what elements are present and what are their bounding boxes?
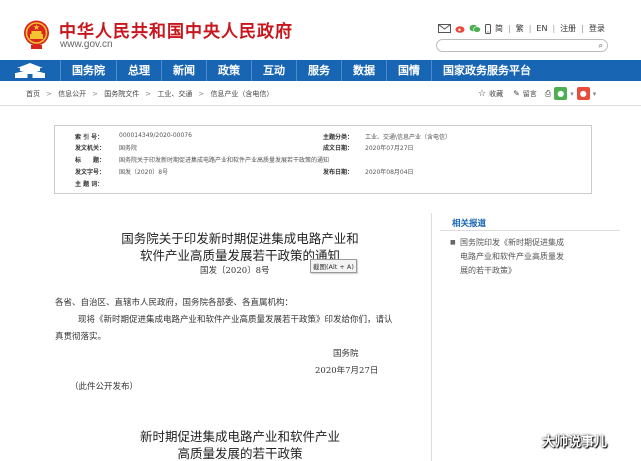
- search-input[interactable]: ⌕: [436, 39, 608, 52]
- separator: |: [528, 24, 532, 33]
- pubdate-value: 2020年08月04日: [365, 169, 414, 176]
- nav-home[interactable]: [0, 60, 60, 81]
- docno-label: 发文字号：: [75, 169, 106, 176]
- nav-gov-service-platform[interactable]: 国家政务服务平台: [431, 60, 542, 81]
- lang-english[interactable]: EN: [536, 24, 547, 33]
- breadcrumb-state-council-docs[interactable]: 国务院文件: [104, 90, 139, 98]
- related-divider: [440, 230, 620, 231]
- main-nav: 国务院 总理 新闻 政策 互动 服务 数据 国情 国家政务服务平台: [0, 60, 641, 81]
- pubdate-label: 发布日期：: [323, 169, 354, 176]
- national-emblem-icon[interactable]: [23, 19, 50, 50]
- weibo-icon[interactable]: [455, 24, 465, 33]
- separator: |: [552, 24, 556, 33]
- docno-value: 国发〔2020〕8号: [119, 169, 169, 176]
- site-url: www.gov.cn: [60, 39, 113, 50]
- nav-interaction[interactable]: 互动: [251, 60, 296, 81]
- more-share-icon-2[interactable]: ▾: [593, 90, 597, 98]
- lang-traditional[interactable]: 繁: [516, 23, 524, 34]
- related-reports-title: 相关报道: [452, 219, 487, 229]
- issuer-label: 发文机关：: [75, 145, 106, 152]
- weibo-share-icon[interactable]: ●: [576, 87, 590, 100]
- separator: |: [581, 24, 584, 33]
- screenshot-tooltip: 截图(Alt + A): [310, 259, 357, 273]
- print-icon[interactable]: ⎙: [545, 89, 551, 99]
- nav-national-info[interactable]: 国情: [386, 60, 431, 81]
- favorite-link[interactable]: 收藏: [489, 89, 503, 99]
- subject-label: 标 题：: [75, 157, 106, 164]
- lang-simplified[interactable]: 简: [495, 23, 503, 34]
- comment-link[interactable]: 留言: [523, 89, 537, 99]
- star-icon[interactable]: ☆: [478, 89, 486, 99]
- nav-news[interactable]: 新闻: [161, 60, 206, 81]
- register-link[interactable]: 注册: [560, 23, 576, 34]
- nav-services[interactable]: 服务: [296, 60, 341, 81]
- date-value: 2020年07月27日: [365, 145, 414, 152]
- login-link[interactable]: 登录: [589, 23, 605, 34]
- search-icon[interactable]: ⌕: [599, 41, 603, 51]
- breadcrumb-home[interactable]: 首页: [26, 90, 40, 98]
- breadcrumb-info-disclosure[interactable]: 信息公开: [58, 90, 86, 98]
- related-report-line-2[interactable]: 电路产业和软件产业高质量发: [450, 250, 620, 264]
- article-paragraph-cont: 真贯彻落实。: [55, 332, 107, 342]
- nav-premier[interactable]: 总理: [116, 60, 161, 81]
- article-recipients: 各省、自治区、直辖市人民政府，国务院各部委、各直属机构：: [55, 298, 294, 308]
- breadcrumb-industry-transport[interactable]: 工业、交通: [157, 90, 192, 98]
- top-links: 简 | 繁 | EN | 注册 | 登录: [438, 23, 605, 34]
- nav-data[interactable]: 数据: [341, 60, 386, 81]
- mobile-icon[interactable]: [485, 23, 491, 34]
- article-public-note: （此件公开发布）: [70, 382, 139, 392]
- comment-icon[interactable]: ✎: [513, 89, 520, 98]
- related-report-link[interactable]: ■ 国务院印发《新时期促进集成 电路产业和软件产业高质量发 展的若干政策》: [450, 236, 620, 278]
- separator: |: [508, 24, 511, 33]
- index-value: 000014349/2020-00076: [119, 132, 192, 139]
- breadcrumb-bar: 首页 > 信息公开 > 国务院文件 > 工业、交通 > 信息产业（含电信） ☆ 收藏 ✎…: [0, 81, 641, 106]
- wechat-share-icon[interactable]: ●: [554, 87, 568, 100]
- article-sign-date: 2020年7月27日: [315, 366, 379, 376]
- index-label: 索 引 号：: [75, 134, 104, 141]
- watermark: 大帅说事儿: [542, 435, 608, 450]
- tiananmen-icon: [15, 63, 45, 78]
- breadcrumb-info-industry[interactable]: 信息产业（含电信）: [210, 90, 273, 98]
- subject-value: 国务院关于印发新时期促进集成电路产业和软件产业高质量发展若干政策的通知: [119, 157, 330, 164]
- related-report-line-3[interactable]: 展的若干政策》: [450, 264, 620, 278]
- site-header: 中华人民共和国中央人民政府 www.gov.cn 简 | 繁 | EN | 注册…: [0, 0, 641, 60]
- document-metadata: 索 引 号： 000014349/2020-00076 主题分类： 工业、交通\…: [54, 125, 592, 194]
- article-paragraph: 现将《新时期促进集成电路产业和软件产业高质量发展若干政策》印发给你们，请认: [78, 315, 393, 325]
- article-signer: 国务院: [333, 349, 359, 359]
- date-label: 成文日期：: [323, 145, 354, 152]
- wechat-icon[interactable]: [469, 24, 481, 33]
- nav-policy[interactable]: 政策: [206, 60, 251, 81]
- mail-icon[interactable]: [438, 24, 451, 33]
- article-tools: ☆ 收藏 ✎ 留言 ⎙ ● ▾ ● ▾: [478, 87, 596, 100]
- keywords-label: 主 题 词：: [75, 181, 104, 188]
- article-doc-number: 国发〔2020〕8号: [200, 266, 270, 276]
- column-divider: [431, 213, 432, 461]
- more-share-icon[interactable]: ▾: [570, 90, 574, 98]
- breadcrumb: 首页 > 信息公开 > 国务院文件 > 工业、交通 > 信息产业（含电信）: [26, 90, 274, 98]
- nav-state-council[interactable]: 国务院: [60, 60, 116, 81]
- attachment-title-line-2: 高质量发展的若干政策: [177, 446, 303, 461]
- related-report-line-1[interactable]: 国务院印发《新时期促进集成: [450, 236, 620, 250]
- category-label: 主题分类：: [323, 134, 354, 141]
- issuer-value: 国务院: [119, 145, 138, 152]
- bullet-icon: ■: [450, 239, 456, 246]
- category-value: 工业、交通\信息产业（含电信）: [365, 134, 452, 141]
